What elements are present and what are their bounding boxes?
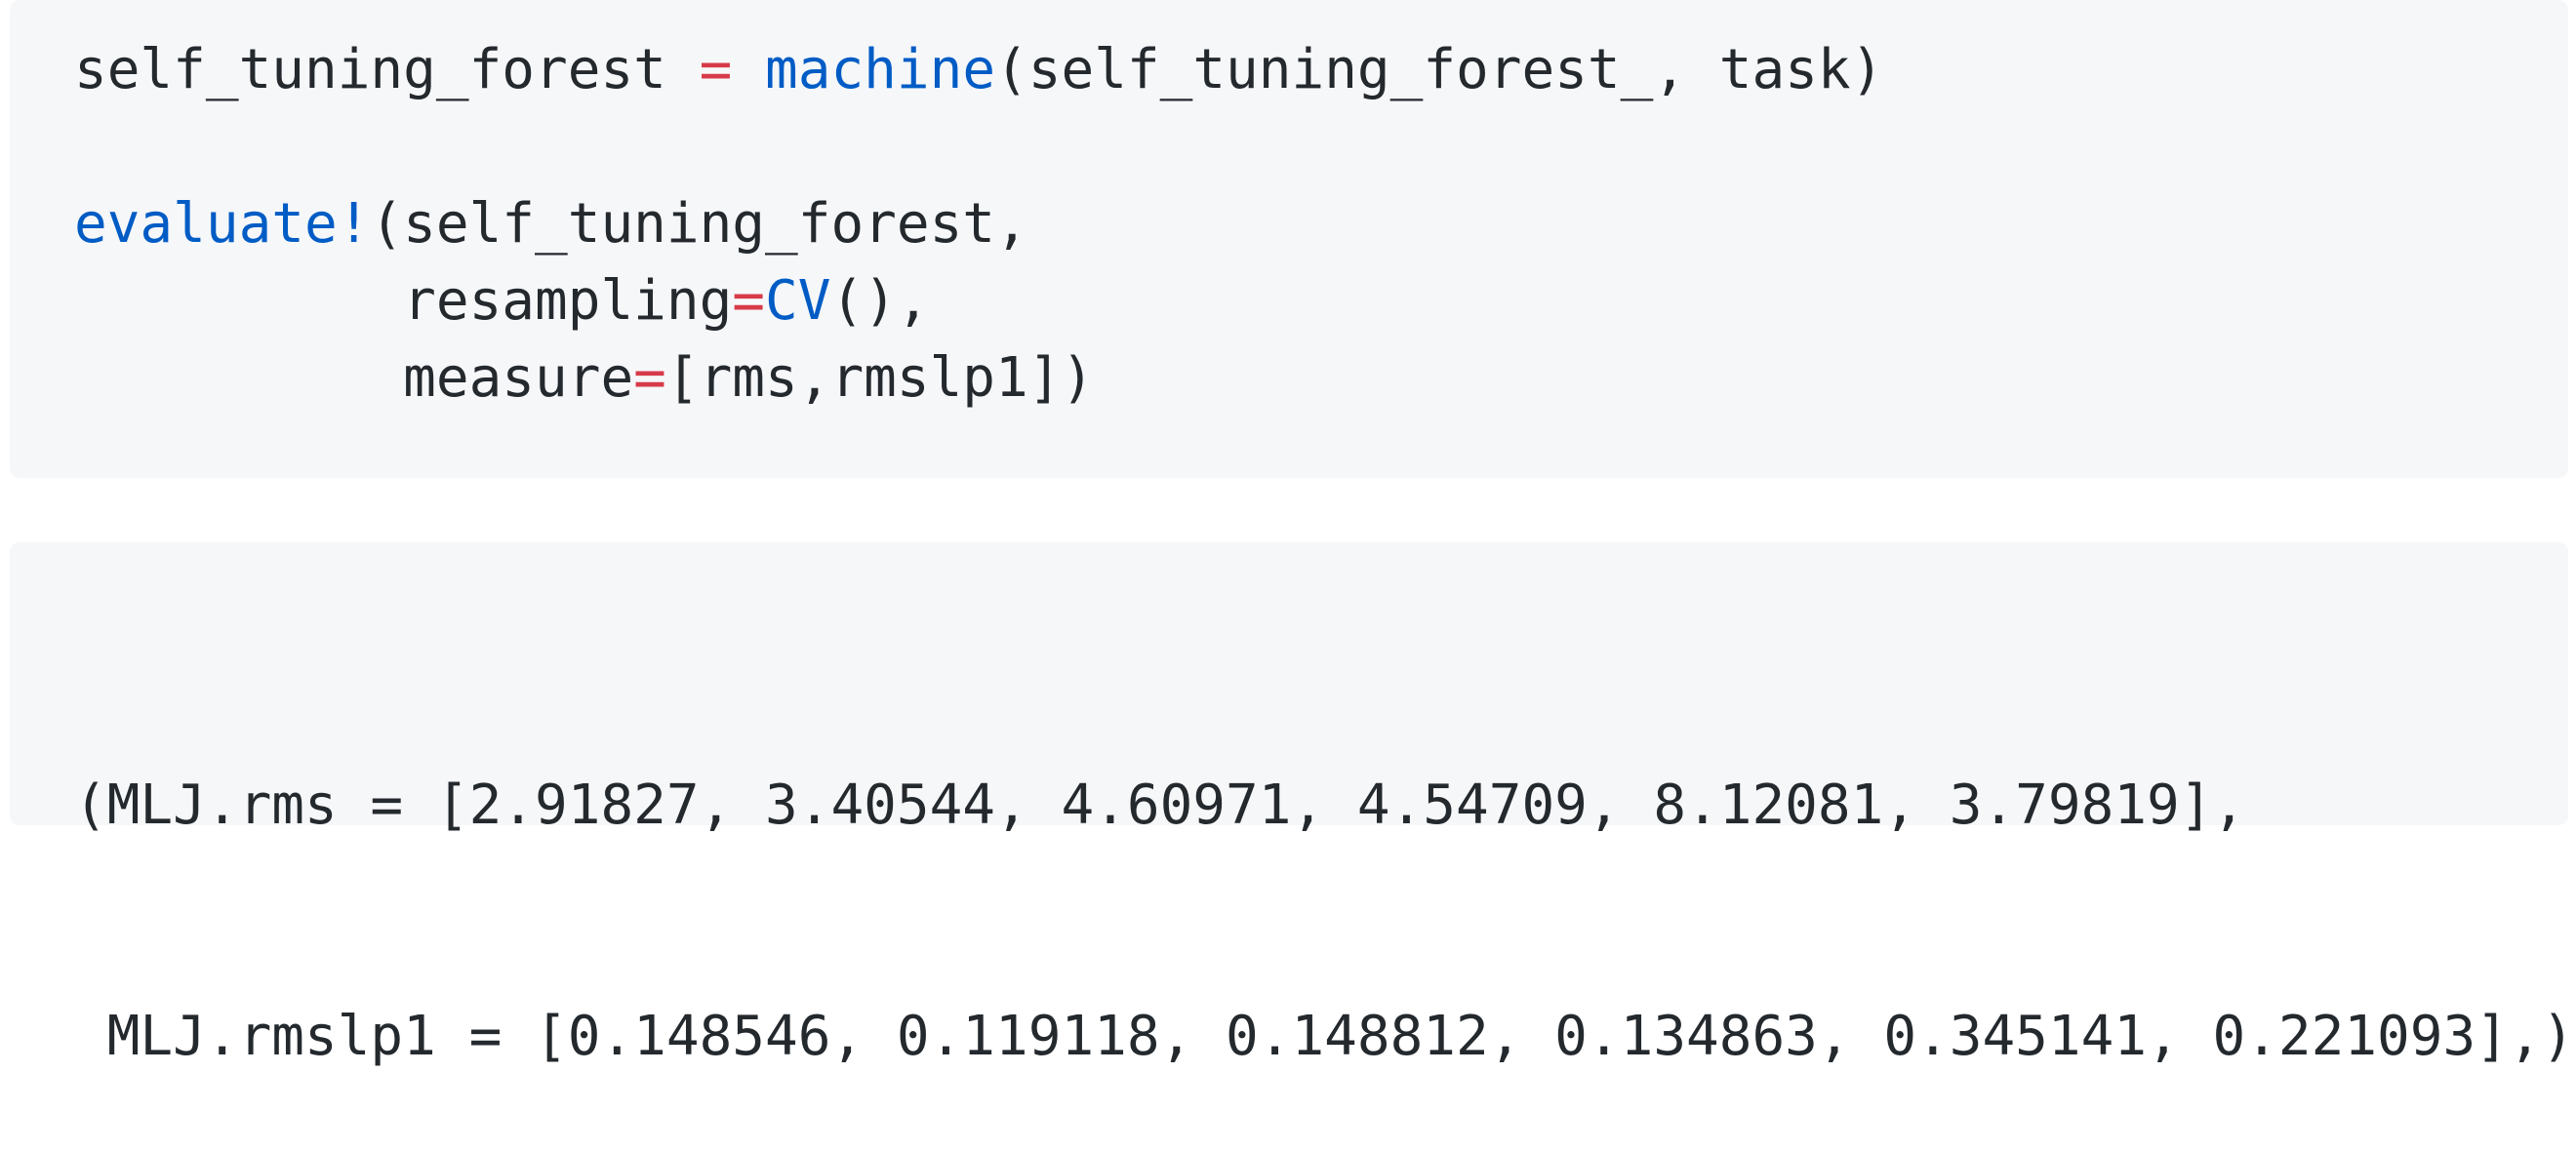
- output-line: (MLJ.rms = [2.91827, 3.40544, 4.60971, 4…: [74, 774, 2246, 837]
- code-text-token: resampling: [74, 269, 733, 333]
- code-operator-token: =: [732, 269, 766, 333]
- code-text-token: (self_tuning_forest_, task): [995, 38, 1884, 101]
- code-text-token: self_tuning_forest: [74, 38, 700, 101]
- code-operator-token: =: [699, 38, 733, 101]
- code-text-token: (),: [830, 269, 930, 333]
- output-line: MLJ.rmslp1 = [0.148546, 0.119118, 0.1488…: [74, 1005, 2575, 1068]
- code-line: self_tuning_forest = machine(self_tuning…: [74, 31, 2568, 108]
- code-line: evaluate!(self_tuning_forest,: [74, 185, 2568, 262]
- code-text-token: (self_tuning_forest,: [370, 192, 1028, 256]
- code-text-token: measure: [74, 346, 634, 410]
- code-line: measure=[rms,rmslp1]): [74, 339, 2568, 417]
- code-line: resampling=CV(),: [74, 262, 2568, 339]
- code-function-token: machine: [765, 38, 996, 101]
- code-output-block: (MLJ.rms = [2.91827, 3.40544, 4.60971, 4…: [10, 542, 2574, 1068]
- code-function-token: evaluate!: [74, 192, 371, 256]
- code-function-token: CV: [765, 269, 831, 333]
- code-operator-token: =: [633, 346, 666, 410]
- code-text-token: [rms,rmslp1]): [665, 346, 1095, 410]
- code-input-block: self_tuning_forest = machine(self_tuning…: [10, 0, 2568, 478]
